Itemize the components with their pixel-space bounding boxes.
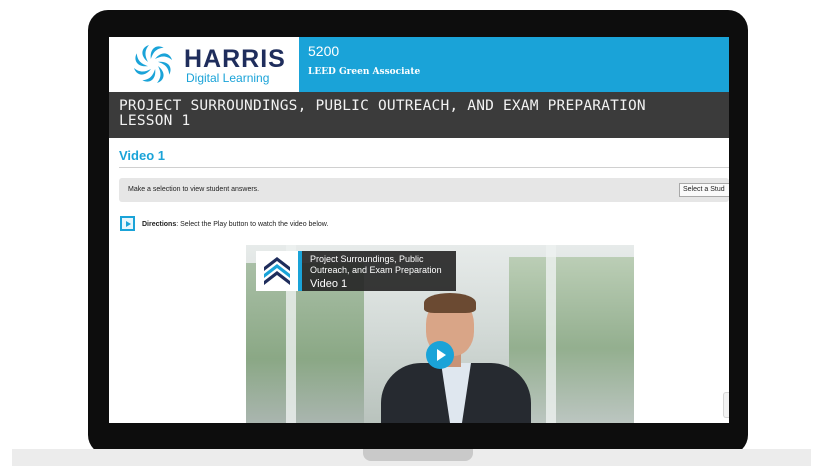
course-name: LEED Green Associate — [308, 67, 421, 77]
video-title-card: Project Surroundings, Public Outreach, a… — [256, 251, 456, 291]
brand-name: HARRIS — [184, 45, 286, 73]
student-select-dropdown[interactable]: Select a Stud — [679, 183, 729, 197]
directions-text: Directions: Select the Play button to wa… — [142, 221, 328, 228]
scroll-handle[interactable] — [723, 392, 729, 418]
selection-instructions: Make a selection to view student answers… — [128, 186, 260, 193]
student-selection-bar: Make a selection to view student answers… — [119, 178, 729, 202]
laptop-notch — [363, 449, 473, 461]
video-player[interactable]: Project Surroundings, Public Outreach, a… — [246, 245, 634, 423]
play-icon[interactable] — [426, 341, 454, 369]
directions-label: Directions — [142, 221, 177, 228]
presenter-hair — [424, 293, 476, 313]
lesson-bar: PROJECT SURROUNDINGS, PUBLIC OUTREACH, A… — [109, 92, 729, 138]
heading-divider — [119, 167, 729, 168]
site-header: HARRIS Digital Learning 5200 LEED Green … — [109, 37, 729, 92]
presenter — [381, 293, 531, 423]
video-card-subtitle: Video 1 — [310, 278, 348, 290]
brand-subtitle: Digital Learning — [186, 71, 270, 85]
directions-body: : Select the Play button to watch the vi… — [176, 221, 329, 228]
lesson-title: PROJECT SURROUNDINGS, PUBLIC OUTREACH, A… — [119, 98, 646, 129]
chevron-logo-icon — [264, 257, 290, 285]
brand-logo[interactable]: HARRIS Digital Learning — [109, 37, 299, 92]
title-card-logo — [256, 251, 298, 291]
screen: HARRIS Digital Learning 5200 LEED Green … — [109, 37, 729, 423]
video-pillar — [546, 245, 556, 423]
play-box-icon — [120, 216, 135, 231]
course-code: 5200 — [308, 43, 340, 59]
section-heading: Video 1 — [119, 148, 166, 163]
title-card-stripe — [298, 251, 302, 291]
video-card-title: Project Surroundings, Public Outreach, a… — [310, 254, 442, 275]
harris-pinwheel-logo-icon — [132, 43, 174, 85]
